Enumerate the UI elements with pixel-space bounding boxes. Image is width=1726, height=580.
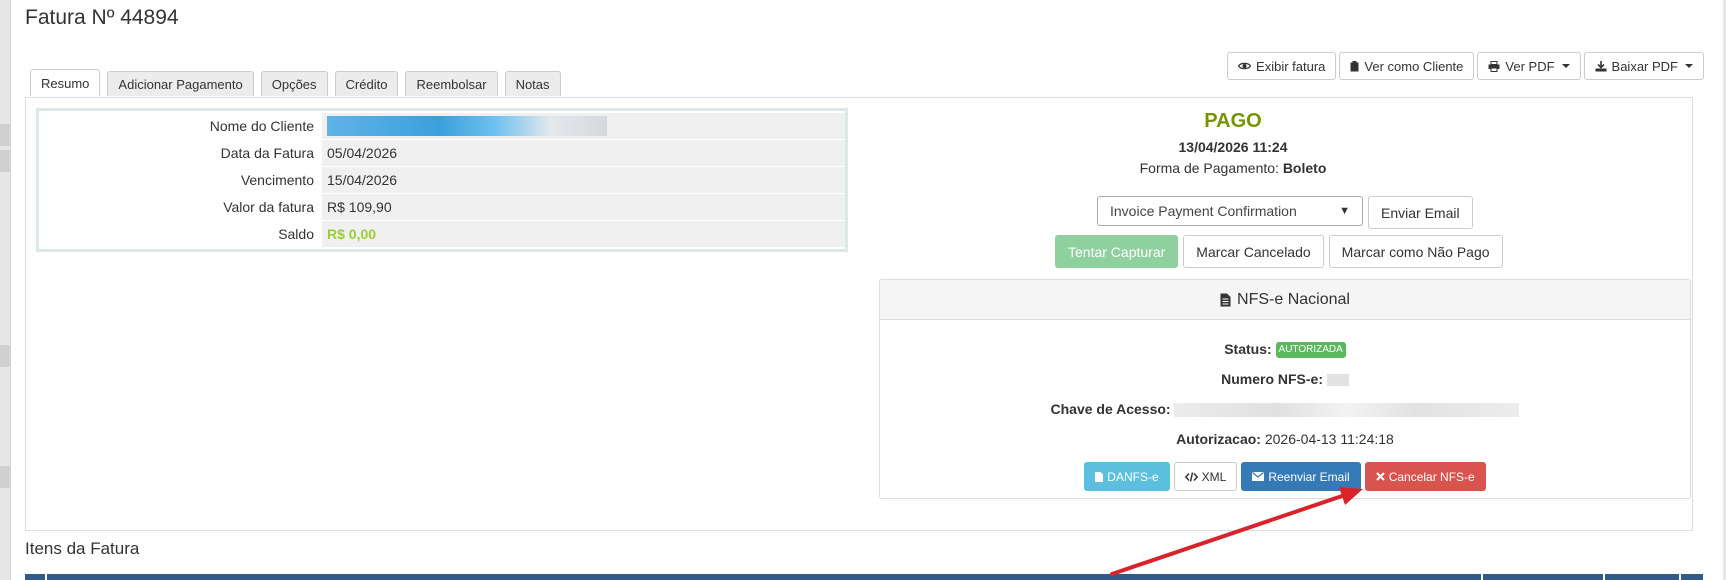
nfse-status-label: Status: xyxy=(1224,341,1272,357)
client-info-row: Nome do Cliente xyxy=(39,113,845,139)
view-as-client-button[interactable]: Ver como Cliente xyxy=(1339,52,1475,80)
view-as-client-label: Ver como Cliente xyxy=(1364,58,1464,74)
nfse-status-row: Status: AUTORIZADA xyxy=(880,334,1690,364)
email-controls: Invoice Payment Confirmation ▼ Enviar Em… xyxy=(1097,196,1473,229)
tab-resumo[interactable]: Resumo xyxy=(30,69,101,96)
chevron-down-icon: ▼ xyxy=(1339,205,1350,217)
invoice-amount-label: Valor da fatura xyxy=(223,199,314,215)
view-invoice-label: Exibir fatura xyxy=(1256,58,1326,74)
invoice-actions: Tentar Capturar Marcar Cancelado Marcar … xyxy=(1055,235,1503,268)
column-divider xyxy=(45,574,47,580)
view-pdf-label: Ver PDF xyxy=(1505,58,1555,74)
download-pdf-label: Baixar PDF xyxy=(1611,58,1678,74)
client-info-row: Valor da fatura R$ 109,90 xyxy=(39,194,845,220)
redacted-client-name xyxy=(327,116,607,136)
nfse-panel-header: NFS-e Nacional xyxy=(880,280,1690,320)
client-info-row: Vencimento 15/04/2026 xyxy=(39,167,845,193)
nfse-auth-row: Autorizacao: 2026-04-13 11:24:18 xyxy=(880,424,1690,454)
tab-notas[interactable]: Notas xyxy=(504,71,561,96)
client-info-row: Data da Fatura 05/04/2026 xyxy=(39,140,845,166)
view-pdf-dropdown[interactable]: Ver PDF xyxy=(1477,52,1581,80)
download-icon xyxy=(1595,60,1607,71)
clipboard-icon xyxy=(1350,60,1359,71)
eye-icon xyxy=(1238,62,1252,70)
payment-method-label: Forma de Pagamento: xyxy=(1139,160,1279,176)
invoice-date-value: 05/04/2026 xyxy=(322,140,845,166)
resend-email-button[interactable]: Reenviar Email xyxy=(1241,462,1361,491)
page-title: Fatura Nº 44894 xyxy=(25,6,179,29)
client-name-value xyxy=(322,113,845,139)
code-icon xyxy=(1184,471,1198,482)
tab-adicionar-pagamento[interactable]: Adicionar Pagamento xyxy=(107,71,254,96)
email-template-select[interactable]: Invoice Payment Confirmation ▼ xyxy=(1097,196,1363,226)
invoice-amount-value: R$ 109,90 xyxy=(322,194,845,220)
attempt-capture-button[interactable]: Tentar Capturar xyxy=(1055,235,1179,268)
download-pdf-dropdown[interactable]: Baixar PDF xyxy=(1583,52,1704,80)
print-icon xyxy=(1488,60,1500,72)
document-icon xyxy=(1220,293,1231,306)
due-date-value: 15/04/2026 xyxy=(322,167,845,193)
nfse-number-label: Numero NFS-e: xyxy=(1221,371,1323,387)
paid-status-label: PAGO xyxy=(1204,110,1262,132)
invoice-date-label: Data da Fatura xyxy=(220,145,314,161)
tab-reembolsar[interactable]: Reembolsar xyxy=(405,71,498,96)
send-email-button[interactable]: Enviar Email xyxy=(1368,196,1473,229)
mark-cancelled-button[interactable]: Marcar Cancelado xyxy=(1183,235,1324,268)
left-sidebar-edge xyxy=(0,0,11,580)
invoice-items-title: Itens da Fatura xyxy=(25,539,140,558)
column-divider xyxy=(1679,574,1681,580)
payment-status: PAGO 13/04/2026 11:24 Forma de Pagamento… xyxy=(873,110,1593,176)
tab-credito[interactable]: Crédito xyxy=(334,71,399,96)
nfse-actions: DANFS-e XML Reenviar Email Cancelar NFS-… xyxy=(880,462,1690,491)
chevron-down-icon xyxy=(1685,64,1693,68)
nfse-title: NFS-e Nacional xyxy=(1237,290,1350,308)
balance-value: R$ 0,00 xyxy=(322,221,845,247)
invoice-items-table-header xyxy=(25,574,1703,580)
close-icon xyxy=(1375,472,1385,481)
xml-label: XML xyxy=(1201,469,1227,484)
client-info-row: Saldo R$ 0,00 xyxy=(39,221,845,247)
danfse-button[interactable]: DANFS-e xyxy=(1084,462,1170,491)
nfse-auth-label: Autorizacao: xyxy=(1176,431,1261,447)
due-date-label: Vencimento xyxy=(240,172,314,188)
envelope-icon xyxy=(1252,472,1265,481)
nfse-number-row: Numero NFS-e: xyxy=(880,364,1690,394)
nfse-key-row: Chave de Acesso: xyxy=(880,394,1690,424)
cancel-nfse-button[interactable]: Cancelar NFS-e xyxy=(1364,462,1486,491)
cancel-nfse-label: Cancelar NFS-e xyxy=(1388,469,1475,484)
balance-label: Saldo xyxy=(278,226,314,242)
xml-button[interactable]: XML xyxy=(1173,462,1238,491)
tab-opcoes[interactable]: Opções xyxy=(260,71,328,96)
payment-method-value: Boleto xyxy=(1282,160,1327,176)
payment-method: Forma de Pagamento: Boleto xyxy=(873,160,1593,176)
resend-email-label: Reenviar Email xyxy=(1268,469,1350,484)
paid-date: 13/04/2026 11:24 xyxy=(1178,139,1288,155)
client-name-label: Nome do Cliente xyxy=(209,118,314,134)
nfse-panel: NFS-e Nacional Status: AUTORIZADA Numero… xyxy=(879,279,1691,499)
invoice-toolbar: Exibir fatura Ver como Cliente Ver PDF B… xyxy=(1227,52,1704,80)
file-pdf-icon xyxy=(1095,471,1104,482)
chevron-down-icon xyxy=(1561,64,1570,68)
sidebar-marker xyxy=(0,466,10,488)
column-divider xyxy=(1481,574,1483,580)
view-invoice-button[interactable]: Exibir fatura xyxy=(1227,52,1337,80)
nfse-auth-value: 2026-04-13 11:24:18 xyxy=(1264,431,1394,447)
client-info-table: Nome do Cliente Data da Fatura 05/04/202… xyxy=(36,108,848,252)
nfse-key-label: Chave de Acesso: xyxy=(1050,401,1171,417)
danfse-label: DANFS-e xyxy=(1107,469,1159,484)
sidebar-marker xyxy=(0,150,10,172)
status-badge: AUTORIZADA xyxy=(1275,342,1346,359)
mark-unpaid-button[interactable]: Marcar como Não Pago xyxy=(1328,235,1503,268)
sidebar-marker xyxy=(0,345,10,367)
nfse-details: Status: AUTORIZADA Numero NFS-e: Chave d… xyxy=(880,320,1690,491)
sidebar-marker xyxy=(0,124,10,146)
redacted-access-key xyxy=(1174,403,1520,418)
email-template-selected: Invoice Payment Confirmation xyxy=(1110,203,1297,219)
invoice-tabs: Resumo Adicionar Pagamento Opções Crédit… xyxy=(30,69,561,96)
column-divider xyxy=(1603,574,1605,580)
redacted-nfse-number xyxy=(1326,374,1349,387)
